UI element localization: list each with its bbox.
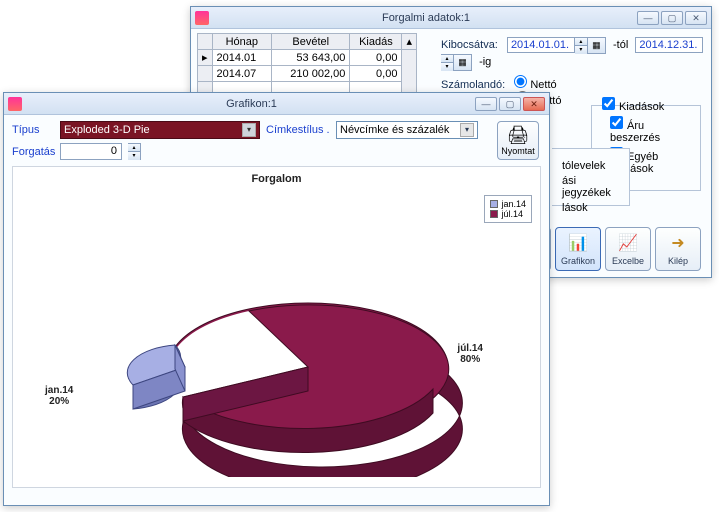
close-button[interactable]: ✕ <box>523 97 545 111</box>
row-marker: ▸ <box>198 50 213 66</box>
grid-corner <box>198 34 213 50</box>
szamolando-label: Számolandó: <box>441 79 505 91</box>
to-suffix: -ig <box>479 56 491 68</box>
row-marker <box>198 66 213 82</box>
col-honap[interactable]: Hónap <box>212 34 272 50</box>
slice-label-b: júl.14 80% <box>457 343 483 365</box>
menu-item[interactable]: ási jegyzékek <box>562 175 619 199</box>
tipus-label: Típus <box>12 124 54 136</box>
radio-netto[interactable]: Nettó <box>514 79 556 91</box>
menu-item[interactable]: tólevelek <box>562 160 619 172</box>
menu-item[interactable]: lások <box>562 202 619 214</box>
excel-icon: 📈 <box>617 232 639 254</box>
minimize-button[interactable]: — <box>637 11 659 25</box>
legend-label: júl.14 <box>501 209 523 219</box>
scroll-up-icon[interactable]: ▴ <box>402 34 417 50</box>
chevron-down-icon: ▾ <box>242 123 256 137</box>
window-title: Grafikon:1 <box>28 98 475 110</box>
exit-icon: ➜ <box>667 232 689 254</box>
forgatas-label: Forgatás <box>12 146 54 158</box>
chart-title: Forgalom <box>13 173 540 185</box>
cimke-combo[interactable]: Névcímke és százalék ▾ <box>336 121 478 139</box>
app-icon <box>8 97 22 111</box>
kiadasok-title[interactable]: Kiadások <box>602 97 690 113</box>
date-to-spinner[interactable]: ▴▾ <box>441 54 454 71</box>
app-icon <box>195 11 209 25</box>
grafikon-window: Grafikon:1 — ▢ ✕ Típus Exploded 3-D Pie … <box>3 92 550 506</box>
date-to-input[interactable]: 2014.12.31. <box>635 37 703 53</box>
minimize-button[interactable]: — <box>475 97 497 111</box>
window-title: Forgalmi adatok:1 <box>215 12 637 24</box>
cimke-label: Címkestílus . <box>266 124 330 136</box>
calendar-from-icon[interactable]: ▦ <box>588 37 606 54</box>
kibocsatva-label: Kibocsátva: <box>441 39 498 51</box>
forgatas-input[interactable]: 0 <box>60 143 122 160</box>
chart-area: Forgalom jan.14 júl.14 <box>12 166 541 488</box>
maximize-button[interactable]: ▢ <box>661 11 683 25</box>
left-menu-fragment: tólevelek ási jegyzékek lások <box>552 148 630 206</box>
pie-chart: jan.14 20% júl.14 80% <box>63 267 493 477</box>
printer-icon: 🖨 <box>498 125 538 146</box>
legend-swatch-icon <box>490 200 498 208</box>
table-row[interactable]: 2014.07 210 002,00 0,00 <box>198 66 417 82</box>
excelbe-button[interactable]: 📈 Excelbe <box>605 227 651 271</box>
grafikon-button[interactable]: 📊 Grafikon <box>555 227 601 271</box>
kilep-button[interactable]: ➜ Kilép <box>655 227 701 271</box>
close-button[interactable]: ✕ <box>685 11 707 25</box>
slice-label-a: jan.14 20% <box>45 385 73 407</box>
forgatas-spinner[interactable]: ▴▾ <box>128 143 141 160</box>
titlebar[interactable]: Forgalmi adatok:1 — ▢ ✕ <box>191 7 711 29</box>
table-row[interactable]: ▸ 2014.01 53 643,00 0,00 <box>198 50 417 66</box>
calendar-to-icon[interactable]: ▦ <box>454 54 472 71</box>
check-aru[interactable]: Áru beszerzés <box>610 116 690 144</box>
maximize-button[interactable]: ▢ <box>499 97 521 111</box>
tipus-combo[interactable]: Exploded 3-D Pie ▾ <box>60 121 260 139</box>
print-button[interactable]: 🖨 Nyomtat <box>497 121 539 160</box>
titlebar[interactable]: Grafikon:1 — ▢ ✕ <box>4 93 549 115</box>
date-from-input[interactable]: 2014.01.01. <box>507 37 575 53</box>
date-from-spinner[interactable]: ▴▾ <box>575 37 588 54</box>
chart-icon: 📊 <box>567 232 589 254</box>
col-bevetel[interactable]: Bevétel <box>272 34 350 50</box>
legend: jan.14 júl.14 <box>484 195 532 223</box>
legend-label: jan.14 <box>501 199 526 209</box>
chevron-down-icon: ▾ <box>460 123 474 137</box>
col-kiadas[interactable]: Kiadás <box>350 34 402 50</box>
from-suffix: -tól <box>613 39 628 51</box>
legend-swatch-icon <box>490 210 498 218</box>
